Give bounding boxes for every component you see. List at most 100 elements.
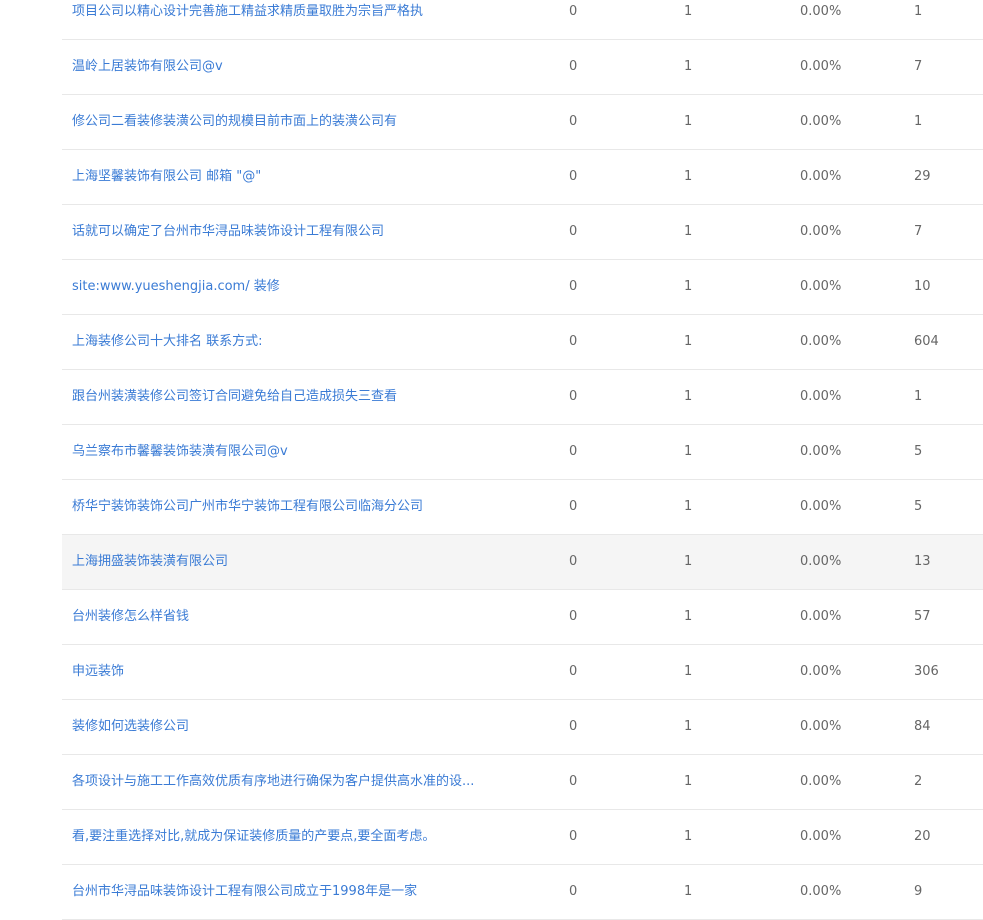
- cell-rate: 0.00%: [800, 389, 842, 404]
- table-row: 上海坚馨装饰有限公司 邮箱 "@" 0 1 0.00% 29: [62, 150, 983, 205]
- cell-col-1: 0: [569, 609, 578, 624]
- table-row: 温岭上居装饰有限公司@v 0 1 0.00% 7: [62, 40, 983, 95]
- keyword-link[interactable]: 修公司二看装修装潢公司的规模目前市面上的装潢公司有: [72, 95, 512, 149]
- cell-rate: 0.00%: [800, 279, 842, 294]
- cell-count: 2: [914, 774, 923, 789]
- cell-col-1: 0: [569, 224, 578, 239]
- cell-rate: 0.00%: [800, 719, 842, 734]
- cell-col-2: 1: [684, 444, 693, 459]
- cell-count: 5: [914, 499, 923, 514]
- cell-col-2: 1: [684, 169, 693, 184]
- cell-col-1: 0: [569, 444, 578, 459]
- cell-col-2: 1: [684, 499, 693, 514]
- cell-count: 1: [914, 114, 923, 129]
- cell-rate: 0.00%: [800, 554, 842, 569]
- cell-col-2: 1: [684, 389, 693, 404]
- keyword-table: 项目公司以精心设计完善施工精益求精质量取胜为宗旨严格执 0 1 0.00% 1 …: [62, 0, 983, 920]
- table-row: 乌兰察布市馨馨装饰装潢有限公司@v 0 1 0.00% 5: [62, 425, 983, 480]
- cell-rate: 0.00%: [800, 114, 842, 129]
- keyword-link[interactable]: 各项设计与施工工作高效优质有序地进行确保为客户提供高水准的设...: [72, 755, 512, 809]
- keyword-link[interactable]: 上海装修公司十大排名 联系方式:: [72, 315, 512, 369]
- cell-count: 5: [914, 444, 923, 459]
- table-row: site:www.yueshengjia.com/ 装修 0 1 0.00% 1…: [62, 260, 983, 315]
- cell-col-1: 0: [569, 279, 578, 294]
- table-row: 跟台州装潢装修公司签订合同避免给自己造成损失三查看 0 1 0.00% 1: [62, 370, 983, 425]
- keyword-link[interactable]: 台州市华浔品味装饰设计工程有限公司成立于1998年是一家: [72, 865, 512, 919]
- cell-col-1: 0: [569, 664, 578, 679]
- table-row: 装修如何选装修公司 0 1 0.00% 84: [62, 700, 983, 755]
- cell-col-2: 1: [684, 609, 693, 624]
- keyword-link[interactable]: 上海拥盛装饰装潢有限公司: [72, 535, 512, 589]
- cell-count: 13: [914, 554, 931, 569]
- cell-rate: 0.00%: [800, 444, 842, 459]
- cell-col-1: 0: [569, 389, 578, 404]
- cell-rate: 0.00%: [800, 609, 842, 624]
- cell-col-1: 0: [569, 114, 578, 129]
- cell-rate: 0.00%: [800, 224, 842, 239]
- keyword-link[interactable]: 项目公司以精心设计完善施工精益求精质量取胜为宗旨严格执: [72, 0, 512, 39]
- cell-count: 29: [914, 169, 931, 184]
- table-row: 上海装修公司十大排名 联系方式: 0 1 0.00% 604: [62, 315, 983, 370]
- cell-col-2: 1: [684, 774, 693, 789]
- cell-col-1: 0: [569, 334, 578, 349]
- table-row: 桥华宁装饰装饰公司广州市华宁装饰工程有限公司临海分公司 0 1 0.00% 5: [62, 480, 983, 535]
- cell-col-2: 1: [684, 224, 693, 239]
- cell-col-1: 0: [569, 169, 578, 184]
- keyword-link[interactable]: 乌兰察布市馨馨装饰装潢有限公司@v: [72, 425, 512, 479]
- cell-col-2: 1: [684, 334, 693, 349]
- keyword-link[interactable]: 台州装修怎么样省钱: [72, 590, 512, 644]
- cell-count: 84: [914, 719, 931, 734]
- cell-col-2: 1: [684, 279, 693, 294]
- keyword-link[interactable]: 话就可以确定了台州市华浔品味装饰设计工程有限公司: [72, 205, 512, 259]
- cell-col-1: 0: [569, 719, 578, 734]
- cell-rate: 0.00%: [800, 664, 842, 679]
- cell-col-2: 1: [684, 884, 693, 899]
- cell-col-2: 1: [684, 554, 693, 569]
- table-row: 修公司二看装修装潢公司的规模目前市面上的装潢公司有 0 1 0.00% 1: [62, 95, 983, 150]
- cell-count: 9: [914, 884, 923, 899]
- cell-col-2: 1: [684, 719, 693, 734]
- table-row: 话就可以确定了台州市华浔品味装饰设计工程有限公司 0 1 0.00% 7: [62, 205, 983, 260]
- table-row: 申远装饰 0 1 0.00% 306: [62, 645, 983, 700]
- table-row: 看,要注重选择对比,就成为保证装修质量的产要点,要全面考虑。 0 1 0.00%…: [62, 810, 983, 865]
- keyword-link[interactable]: 申远装饰: [72, 645, 512, 699]
- cell-col-2: 1: [684, 664, 693, 679]
- cell-col-2: 1: [684, 4, 693, 19]
- keyword-link[interactable]: 看,要注重选择对比,就成为保证装修质量的产要点,要全面考虑。: [72, 810, 512, 864]
- cell-rate: 0.00%: [800, 884, 842, 899]
- cell-col-1: 0: [569, 884, 578, 899]
- keyword-link[interactable]: 跟台州装潢装修公司签订合同避免给自己造成损失三查看: [72, 370, 512, 424]
- cell-col-2: 1: [684, 59, 693, 74]
- cell-count: 10: [914, 279, 931, 294]
- table-row: 项目公司以精心设计完善施工精益求精质量取胜为宗旨严格执 0 1 0.00% 1: [62, 0, 983, 40]
- cell-col-2: 1: [684, 829, 693, 844]
- cell-col-2: 1: [684, 114, 693, 129]
- keyword-link[interactable]: 桥华宁装饰装饰公司广州市华宁装饰工程有限公司临海分公司: [72, 480, 512, 534]
- cell-col-1: 0: [569, 829, 578, 844]
- cell-col-1: 0: [569, 499, 578, 514]
- keyword-link[interactable]: site:www.yueshengjia.com/ 装修: [72, 260, 512, 314]
- cell-count: 306: [914, 664, 939, 679]
- table-row: 各项设计与施工工作高效优质有序地进行确保为客户提供高水准的设... 0 1 0.…: [62, 755, 983, 810]
- cell-col-1: 0: [569, 774, 578, 789]
- cell-rate: 0.00%: [800, 499, 842, 514]
- cell-col-1: 0: [569, 554, 578, 569]
- cell-rate: 0.00%: [800, 774, 842, 789]
- cell-rate: 0.00%: [800, 829, 842, 844]
- cell-count: 57: [914, 609, 931, 624]
- table-row: 台州装修怎么样省钱 0 1 0.00% 57: [62, 590, 983, 645]
- cell-rate: 0.00%: [800, 169, 842, 184]
- cell-col-1: 0: [569, 59, 578, 74]
- cell-count: 1: [914, 4, 923, 19]
- cell-rate: 0.00%: [800, 334, 842, 349]
- cell-count: 20: [914, 829, 931, 844]
- cell-count: 604: [914, 334, 939, 349]
- keyword-link[interactable]: 装修如何选装修公司: [72, 700, 512, 754]
- cell-rate: 0.00%: [800, 59, 842, 74]
- keyword-link[interactable]: 上海坚馨装饰有限公司 邮箱 "@": [72, 150, 512, 204]
- table-row-hovered: 上海拥盛装饰装潢有限公司 0 1 0.00% 13: [62, 535, 983, 590]
- cell-count: 7: [914, 59, 923, 74]
- cell-rate: 0.00%: [800, 4, 842, 19]
- cell-col-1: 0: [569, 4, 578, 19]
- keyword-link[interactable]: 温岭上居装饰有限公司@v: [72, 40, 512, 94]
